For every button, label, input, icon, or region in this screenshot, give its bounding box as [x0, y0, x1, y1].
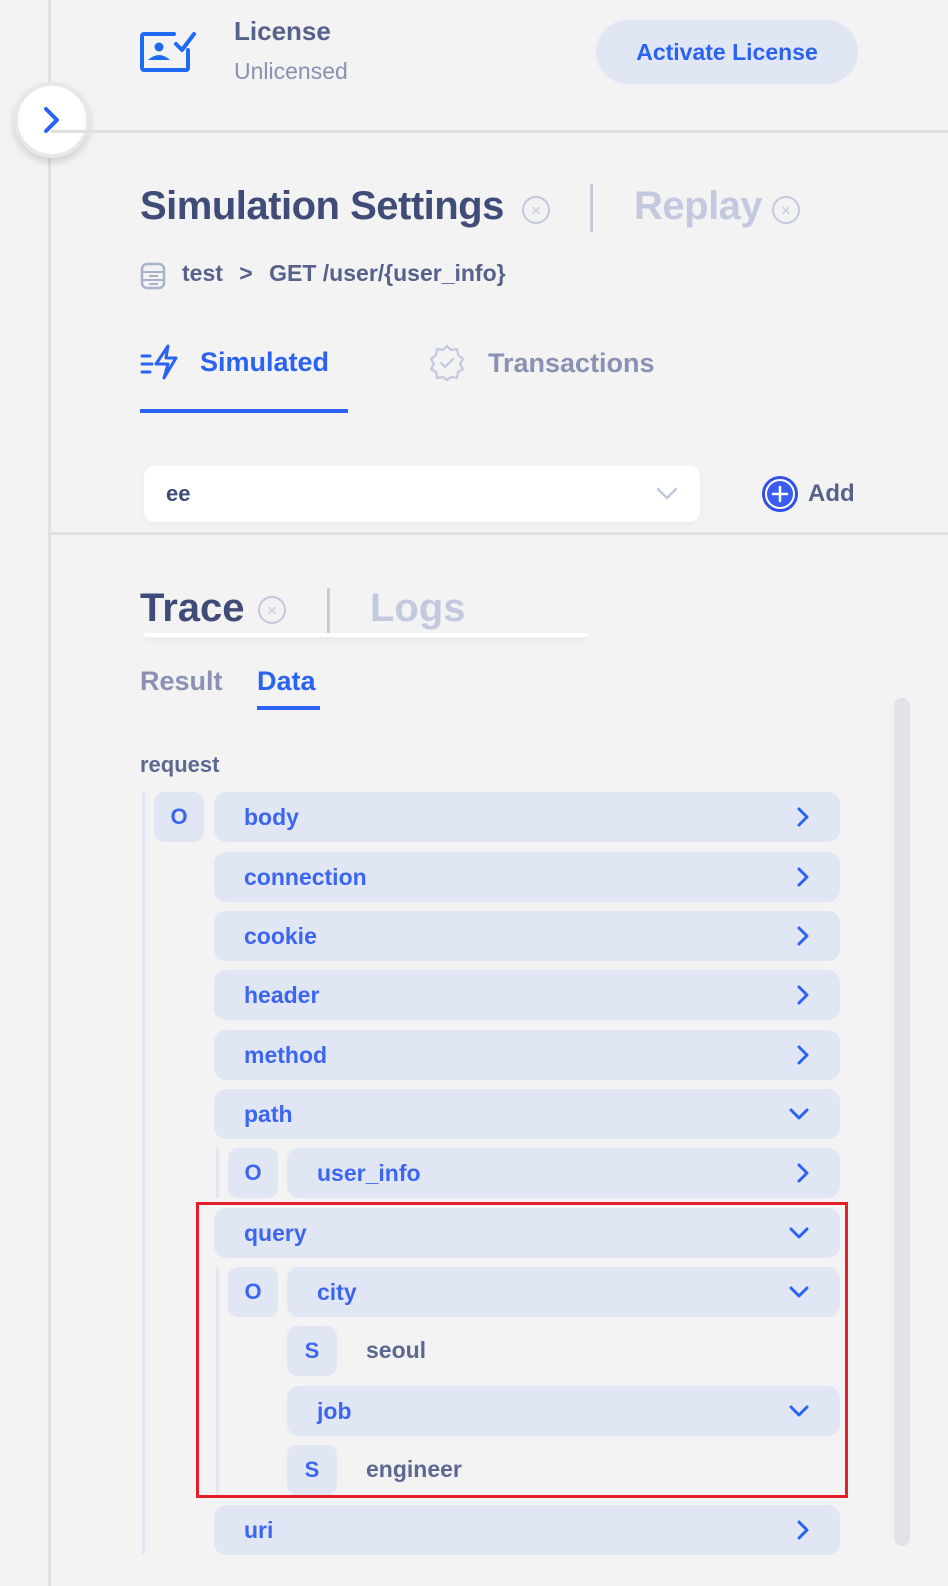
- chevron-right-icon: [797, 926, 809, 946]
- active-tab-indicator: [140, 409, 348, 413]
- breadcrumb: test > GET /user/{user_info}: [182, 260, 516, 287]
- left-rail-divider: [48, 0, 51, 1586]
- tree-row-connection[interactable]: connection: [214, 852, 840, 902]
- type-tag-object: O: [228, 1267, 278, 1317]
- tab-transactions[interactable]: Transactions: [428, 344, 655, 382]
- breadcrumb-separator: >: [239, 260, 253, 286]
- vertical-scrollbar[interactable]: [894, 698, 910, 1546]
- tree-root-label: request: [140, 752, 220, 777]
- breadcrumb-endpoint[interactable]: GET /user/{user_info}: [269, 260, 505, 286]
- tree-row-body[interactable]: body: [214, 792, 840, 842]
- chevron-down-icon: [789, 1108, 809, 1120]
- license-status: Unlicensed: [234, 58, 348, 84]
- license-title: License: [234, 16, 331, 46]
- tab-simulated[interactable]: Simulated: [140, 344, 329, 380]
- value-engineer: engineer: [366, 1456, 462, 1482]
- tree-row-path[interactable]: path: [214, 1089, 840, 1139]
- scenario-select-value: ee: [166, 481, 191, 506]
- license-id-check-icon: [140, 32, 196, 72]
- tree-row-label: uri: [244, 1516, 274, 1543]
- path-guide-line: [216, 1148, 219, 1198]
- expand-sidebar-button[interactable]: [14, 82, 90, 158]
- activate-license-button[interactable]: Activate License: [596, 20, 858, 84]
- chevron-right-icon: [797, 807, 809, 827]
- value-seoul: seoul: [366, 1337, 427, 1363]
- tab-divider: [590, 184, 593, 232]
- chevron-right-icon: [797, 867, 809, 887]
- tab-simulation-settings[interactable]: Simulation Settings: [140, 184, 504, 229]
- tree-row-label: method: [244, 1041, 328, 1068]
- header-divider: [51, 130, 948, 133]
- tree-row-label: path: [244, 1100, 293, 1127]
- tree-row-label: header: [244, 981, 320, 1008]
- chevron-down-icon: [789, 1227, 809, 1239]
- close-simulation-settings-icon[interactable]: ×: [522, 196, 550, 224]
- trace-tab-divider: [327, 588, 330, 634]
- tab-logs[interactable]: Logs: [370, 586, 466, 631]
- breadcrumb-project[interactable]: test: [182, 260, 223, 286]
- chevron-right-icon: [797, 1163, 809, 1183]
- chevron-right-icon: [797, 985, 809, 1005]
- tree-row-label: connection: [244, 863, 367, 890]
- tab-replay[interactable]: Replay: [634, 184, 763, 229]
- chevron-right-icon: [797, 1520, 809, 1540]
- query-guide-line: [216, 1267, 219, 1495]
- section-divider: [51, 532, 948, 535]
- type-tag-string: S: [287, 1445, 337, 1495]
- close-replay-icon[interactable]: ×: [772, 196, 800, 224]
- tab-transactions-label: Transactions: [488, 347, 655, 378]
- tab-result[interactable]: Result: [140, 666, 223, 697]
- tree-row-uri[interactable]: uri: [214, 1505, 840, 1555]
- data-tab-indicator: [257, 706, 320, 710]
- tree-row-city[interactable]: city: [287, 1267, 840, 1317]
- plus-circle-icon: [762, 476, 798, 512]
- tree-row-label: user_info: [317, 1159, 421, 1186]
- tree-row-label: query: [244, 1219, 307, 1246]
- tree-row-method[interactable]: method: [214, 1030, 840, 1080]
- tree-guide-line: [142, 792, 145, 1554]
- tree-row-user-info[interactable]: user_info: [287, 1148, 840, 1198]
- trace-tabs-underbar: [144, 633, 588, 637]
- tree-row-label: job: [317, 1397, 352, 1424]
- chevron-down-icon: [789, 1405, 809, 1417]
- type-tag-object: O: [228, 1148, 278, 1198]
- tab-trace[interactable]: Trace: [140, 586, 245, 631]
- add-label: Add: [808, 480, 855, 507]
- type-tag-string: S: [287, 1326, 337, 1376]
- chevron-down-icon: [656, 487, 678, 500]
- badge-check-icon: [429, 344, 465, 382]
- tree-row-query[interactable]: query: [214, 1208, 840, 1258]
- chevron-right-icon: [797, 1045, 809, 1065]
- scenario-select[interactable]: ee: [144, 466, 700, 522]
- type-tag-object: O: [154, 792, 204, 842]
- tree-row-cookie[interactable]: cookie: [214, 911, 840, 961]
- server-icon: [140, 262, 166, 290]
- tab-data[interactable]: Data: [257, 666, 316, 697]
- tree-row-label: city: [317, 1278, 357, 1305]
- add-scenario-button[interactable]: Add: [762, 476, 855, 512]
- tree-row-job[interactable]: job: [287, 1386, 840, 1436]
- tab-simulated-label: Simulated: [200, 346, 330, 377]
- bolt-lines-icon: [140, 344, 178, 380]
- close-trace-icon[interactable]: ×: [258, 596, 286, 624]
- chevron-down-icon: [789, 1286, 809, 1298]
- tree-row-header[interactable]: header: [214, 970, 840, 1020]
- tree-row-label: body: [244, 803, 299, 830]
- tree-row-label: cookie: [244, 922, 317, 949]
